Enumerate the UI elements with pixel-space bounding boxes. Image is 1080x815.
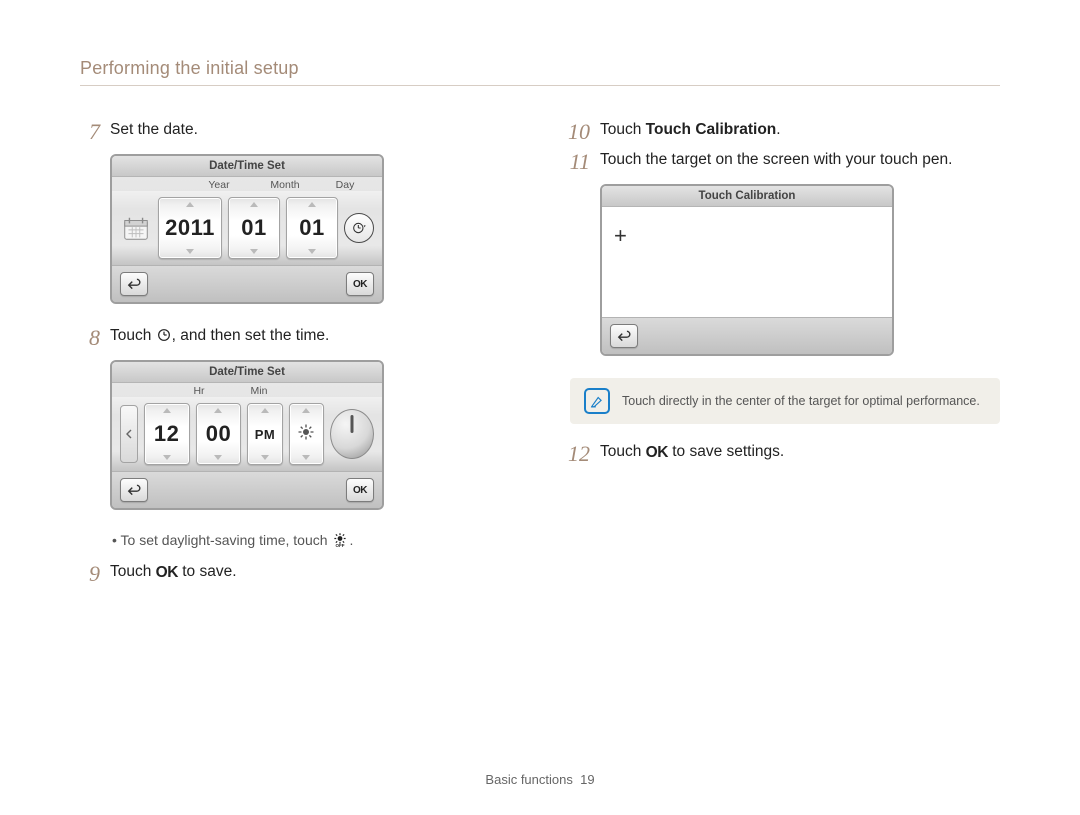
month-spinner[interactable]: 01 bbox=[228, 197, 280, 259]
year-spinner[interactable]: 2011 bbox=[158, 197, 222, 259]
bullet-text: To set daylight-saving time, touch bbox=[121, 532, 332, 548]
text-after: , and then set the time. bbox=[172, 327, 330, 344]
clock-icon bbox=[156, 327, 172, 343]
ok-button[interactable]: OK bbox=[346, 272, 374, 296]
step-11: 11 Touch the target on the screen with y… bbox=[564, 150, 1000, 174]
label-year: Year bbox=[188, 179, 250, 191]
page-title: Performing the initial setup bbox=[80, 58, 1000, 86]
note-text: Touch directly in the center of the targ… bbox=[622, 394, 980, 408]
note-icon bbox=[584, 388, 610, 414]
step-8: 8 Touch , and then set the time. bbox=[74, 326, 510, 350]
minute-spinner[interactable]: 00 bbox=[196, 403, 242, 465]
panel-title: Date/Time Set bbox=[112, 156, 382, 177]
hour-spinner[interactable]: 12 bbox=[144, 403, 190, 465]
step-number: 10 bbox=[564, 120, 590, 144]
calibration-area[interactable]: + bbox=[602, 207, 892, 317]
calendar-icon bbox=[120, 212, 152, 244]
step-number: 12 bbox=[564, 442, 590, 466]
text-before: Touch bbox=[600, 443, 646, 460]
ok-button[interactable]: OK bbox=[346, 478, 374, 502]
note-box: Touch directly in the center of the targ… bbox=[570, 378, 1000, 424]
step-number: 11 bbox=[564, 150, 590, 174]
step-number: 8 bbox=[74, 326, 100, 350]
label-month: Month bbox=[260, 179, 310, 191]
step-number: 9 bbox=[74, 562, 100, 586]
back-icon bbox=[617, 330, 631, 342]
text-before: Touch bbox=[600, 121, 646, 138]
footer-page-number: 19 bbox=[580, 772, 594, 787]
text-after: . bbox=[776, 121, 780, 138]
step-text: Set the date. bbox=[110, 120, 198, 141]
back-icon bbox=[127, 484, 141, 496]
panel-title: Date/Time Set bbox=[112, 362, 382, 383]
step-text: Touch , and then set the time. bbox=[110, 326, 329, 347]
svg-text:OFF: OFF bbox=[336, 544, 345, 549]
text-before: Touch bbox=[110, 327, 156, 344]
left-column: 7 Set the date. Date/Time Set Year Month… bbox=[80, 114, 510, 593]
step-text: Touch the target on the screen with your… bbox=[600, 150, 952, 171]
column-labels: Year Month Day bbox=[112, 177, 382, 191]
day-spinner[interactable]: 01 bbox=[286, 197, 338, 259]
panel-title: Touch Calibration bbox=[602, 186, 892, 207]
back-button[interactable] bbox=[610, 324, 638, 348]
ok-inline-icon: OK bbox=[646, 444, 668, 461]
analog-clock-icon bbox=[330, 409, 374, 459]
clock-mode-button[interactable] bbox=[344, 213, 374, 243]
step-12: 12 Touch OK to save settings. bbox=[564, 442, 1000, 466]
ok-inline-icon: OK bbox=[156, 564, 178, 581]
month-value: 01 bbox=[241, 215, 266, 241]
step-8-sub-bullet: To set daylight-saving time, touch OFF . bbox=[112, 532, 510, 548]
step-text: Touch OK to save. bbox=[110, 562, 237, 584]
column-labels: Hr Min bbox=[112, 383, 382, 397]
figure-date-time-set-date: Date/Time Set Year Month Day 2011 01 01 bbox=[110, 154, 510, 304]
figure-touch-calibration: Touch Calibration + bbox=[600, 184, 1000, 356]
step-number: 7 bbox=[74, 120, 100, 144]
scroll-left-button[interactable] bbox=[120, 405, 138, 463]
dst-off-icon: OFF bbox=[331, 532, 349, 548]
right-column: 10 Touch Touch Calibration. 11 Touch the… bbox=[570, 114, 1000, 593]
back-button[interactable] bbox=[120, 272, 148, 296]
step-9: 9 Touch OK to save. bbox=[74, 562, 510, 586]
label-min: Min bbox=[234, 385, 284, 397]
text-before: Touch bbox=[110, 563, 156, 580]
figure-date-time-set-time: Date/Time Set Hr Min 12 00 PM bbox=[110, 360, 510, 510]
year-value: 2011 bbox=[165, 215, 215, 241]
text-after: to save settings. bbox=[668, 443, 784, 460]
step-10: 10 Touch Touch Calibration. bbox=[564, 120, 1000, 144]
step-7: 7 Set the date. bbox=[74, 120, 510, 144]
calibration-target-icon[interactable]: + bbox=[614, 225, 627, 247]
ampm-value: PM bbox=[255, 427, 276, 442]
day-value: 01 bbox=[299, 215, 324, 241]
hour-value: 12 bbox=[154, 421, 179, 447]
clock-icon bbox=[351, 220, 367, 236]
text-after: to save. bbox=[178, 563, 237, 580]
dst-icon bbox=[297, 423, 315, 446]
footer-section: Basic functions bbox=[485, 772, 572, 787]
dst-spinner[interactable] bbox=[289, 403, 324, 465]
back-button[interactable] bbox=[120, 478, 148, 502]
step-text: Touch Touch Calibration. bbox=[600, 120, 781, 141]
chevron-left-icon bbox=[126, 429, 132, 439]
minute-value: 00 bbox=[206, 421, 231, 447]
ampm-spinner[interactable]: PM bbox=[247, 403, 282, 465]
label-hr: Hr bbox=[174, 385, 224, 397]
step-text: Touch OK to save settings. bbox=[600, 442, 784, 464]
back-icon bbox=[127, 278, 141, 290]
label-day: Day bbox=[320, 179, 370, 191]
page-footer: Basic functions 19 bbox=[0, 772, 1080, 787]
text-bold: Touch Calibration bbox=[646, 121, 777, 138]
